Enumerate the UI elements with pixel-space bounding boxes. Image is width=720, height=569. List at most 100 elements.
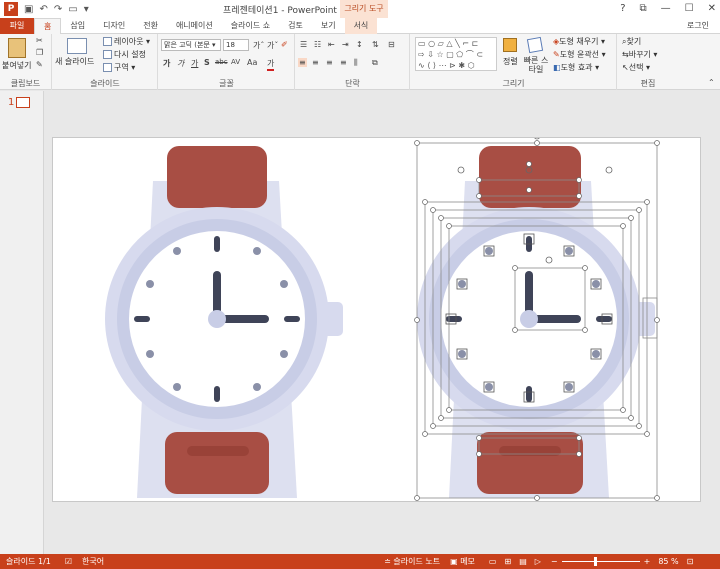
thumbnail-slide-number: 1	[8, 97, 15, 108]
replace-button[interactable]: ⇆바꾸기 ▾	[622, 49, 657, 60]
notes-button[interactable]: ≐ 슬라이드 노트	[384, 556, 440, 567]
tab-file[interactable]: 파일	[0, 17, 34, 34]
italic-button[interactable]: 가	[177, 58, 184, 69]
shrink-font-icon[interactable]: 가ˇ	[267, 40, 278, 51]
tab-slideshow[interactable]: 슬라이드 쇼	[222, 18, 279, 34]
undo-icon[interactable]: ↶	[39, 4, 47, 15]
new-slide-icon[interactable]	[67, 38, 87, 54]
reading-view-icon[interactable]: ▤	[519, 557, 527, 566]
slideshow-view-icon[interactable]: ▷	[535, 557, 541, 566]
editing-group-label: 편집	[640, 79, 656, 88]
slide-canvas[interactable]	[52, 132, 701, 502]
paste-button[interactable]: 붙여넣기	[2, 60, 31, 71]
shape-fill-button[interactable]: ◈도형 채우기 ▾	[553, 36, 605, 47]
zoom-out-icon[interactable]: −	[551, 557, 558, 566]
spellcheck-icon[interactable]: ☑	[65, 557, 72, 566]
strap-top-left[interactable]	[167, 146, 267, 208]
drawing-group: ▭ ○ ▱ △ ╲ ⌐ ⊏ ⇨ ⇩ ☆ ▢ ⬠ ⌒ ⊂ ∿ ⟨ ⟩ ⋯ ⊳ ✱ ⬡ …	[411, 34, 617, 90]
change-case-button[interactable]: Aa	[247, 58, 257, 67]
save-icon[interactable]: ▣	[24, 4, 33, 15]
paragraph-group-label: 단락	[345, 79, 360, 88]
slide-thumbnail[interactable]	[16, 97, 30, 108]
shape-effects-button[interactable]: ◧도형 효과 ▾	[553, 62, 599, 73]
window-controls: ? ⧉ — ☐ ✕	[620, 0, 716, 18]
collapse-ribbon-icon[interactable]: ⌃	[708, 78, 715, 87]
bullets-icon[interactable]: ☰	[300, 40, 307, 49]
strap-bottom-left[interactable]	[165, 432, 269, 494]
tab-design[interactable]: 디자인	[94, 18, 134, 34]
shadow-button[interactable]: S	[204, 58, 210, 67]
tab-insert[interactable]: 삽입	[61, 18, 94, 34]
bold-button[interactable]: 가	[163, 58, 170, 69]
select-icon: ↖	[622, 63, 629, 72]
normal-view-icon[interactable]: ▭	[489, 557, 497, 566]
shapes-gallery[interactable]: ▭ ○ ▱ △ ╲ ⌐ ⊏ ⇨ ⇩ ☆ ▢ ⬠ ⌒ ⊂ ∿ ⟨ ⟩ ⋯ ⊳ ✱ ⬡	[415, 37, 497, 71]
align-right-icon[interactable]: ≡	[326, 58, 333, 67]
tab-home[interactable]: 홈	[34, 17, 62, 34]
watch-left	[105, 146, 343, 498]
clear-format-icon[interactable]: ✐	[281, 40, 288, 49]
start-slideshow-icon[interactable]: ▭	[68, 4, 77, 15]
format-painter-icon[interactable]: ✎	[36, 60, 43, 69]
reset-button[interactable]: 다시 설정	[103, 49, 146, 60]
copy-icon[interactable]: ❐	[36, 48, 43, 57]
slide-sorter-icon[interactable]: ⊞	[504, 557, 511, 566]
fit-to-window-icon[interactable]: ⊡	[687, 557, 694, 566]
shape-effects-icon: ◧	[553, 63, 561, 72]
align-text-icon[interactable]: ⊟	[388, 40, 395, 49]
underline-button[interactable]: 가	[191, 58, 198, 69]
numbering-icon[interactable]: ☷	[314, 40, 321, 49]
char-spacing-button[interactable]: AV	[231, 58, 240, 66]
paste-icon[interactable]	[8, 38, 26, 58]
powerpoint-app-icon[interactable]: P	[4, 2, 18, 16]
font-color-button[interactable]: 가	[267, 58, 275, 71]
strap-bottom-right[interactable]	[477, 432, 583, 494]
maximize-button[interactable]: ☐	[685, 0, 694, 18]
login-link[interactable]: 로그인	[678, 18, 718, 34]
align-left-icon[interactable]: ≡	[298, 58, 307, 67]
select-button[interactable]: ↖선택 ▾	[622, 62, 650, 73]
strap-top-right[interactable]	[479, 146, 581, 208]
tab-animations[interactable]: 애니메이션	[167, 18, 222, 34]
ribbon-display-icon[interactable]: ⧉	[640, 0, 647, 18]
find-button[interactable]: ⌕찾기	[622, 36, 641, 47]
grow-font-icon[interactable]: 가ˆ	[253, 40, 264, 51]
strap-stripe-left	[187, 446, 249, 456]
language-indicator[interactable]: 한국어	[82, 556, 104, 567]
increase-indent-icon[interactable]: ⇥	[342, 40, 349, 49]
cut-icon[interactable]: ✂	[36, 36, 43, 45]
comments-button[interactable]: ▣ 메모	[450, 556, 475, 567]
close-button[interactable]: ✕	[708, 0, 716, 18]
zoom-level[interactable]: 85 %	[658, 557, 678, 566]
justify-icon[interactable]: ≡	[340, 58, 347, 67]
section-button[interactable]: 구역 ▾	[103, 62, 135, 73]
tab-review[interactable]: 검토	[279, 18, 312, 34]
quick-styles-icon[interactable]	[526, 36, 544, 54]
tab-format[interactable]: 서식	[344, 17, 378, 34]
strikethrough-button[interactable]: abc	[215, 58, 228, 66]
zoom-slider[interactable]	[561, 557, 640, 566]
zoom-slider-thumb[interactable]	[593, 557, 597, 566]
customize-qat-icon[interactable]: ▾	[84, 4, 89, 15]
tab-transitions[interactable]: 전환	[134, 18, 167, 34]
tab-view[interactable]: 보기	[312, 18, 345, 34]
decrease-indent-icon[interactable]: ⇤	[328, 40, 335, 49]
quick-styles-button[interactable]: 빠른 스타일	[523, 56, 549, 74]
layout-icon	[103, 37, 112, 46]
redo-icon[interactable]: ↷	[54, 4, 62, 15]
line-spacing-icon[interactable]: ↕	[356, 40, 363, 49]
font-size-select[interactable]: 18	[223, 39, 249, 51]
zoom-in-icon[interactable]: +	[644, 557, 651, 566]
arrange-button[interactable]: 정렬	[503, 56, 518, 67]
arrange-icon[interactable]	[503, 38, 517, 52]
layout-button[interactable]: 레이아웃 ▾	[103, 36, 150, 47]
shape-outline-button[interactable]: ✎도형 윤곽선 ▾	[553, 49, 606, 60]
columns-icon[interactable]: ⫼	[354, 58, 358, 68]
font-name-select[interactable]: 맑은 고딕 (본문 ▾	[161, 39, 221, 51]
align-center-icon[interactable]: ≡	[312, 58, 319, 67]
text-direction-icon[interactable]: ⇅	[372, 40, 379, 49]
new-slide-button[interactable]: 새 슬라이드	[55, 56, 94, 67]
minimize-button[interactable]: —	[661, 0, 671, 18]
help-icon[interactable]: ?	[620, 0, 625, 18]
smartart-icon[interactable]: ⧉	[372, 58, 378, 68]
